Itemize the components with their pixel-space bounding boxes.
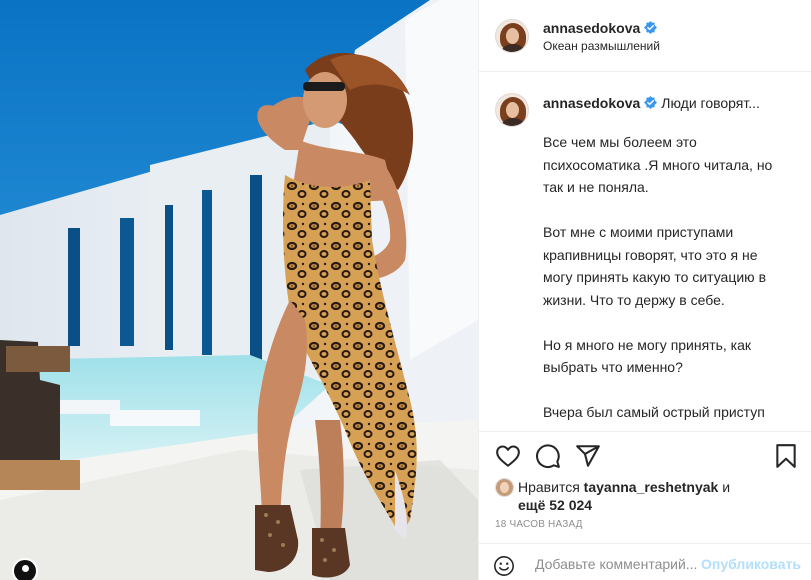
comment-input[interactable] (535, 552, 705, 576)
tagged-user-icon[interactable] (12, 558, 38, 580)
bookmark-icon[interactable] (773, 443, 799, 469)
liker-username[interactable]: tayanna_reshetnyak (584, 479, 719, 495)
caption-paragraph: Вчера был самый острый приступ крапивниц… (543, 404, 765, 430)
post-header: annasedokova Океан размышлений (479, 0, 811, 72)
caption-header: annasedokova Люди говорят... (543, 95, 760, 111)
paper-plane-icon[interactable] (575, 443, 601, 469)
caption-avatar[interactable] (495, 93, 529, 127)
liker-avatar[interactable] (495, 478, 514, 497)
smiley-icon[interactable] (493, 555, 515, 577)
caption-paragraph: Но я много не могу принять, как выбрать … (543, 336, 752, 376)
post-location[interactable]: Океан размышлений (543, 39, 660, 53)
likes-and: и (722, 479, 731, 495)
likes-prefix: Нравится (518, 479, 580, 495)
post-side-panel: annasedokova Океан размышлений annasedok… (478, 0, 811, 580)
post-timestamp[interactable]: 18 ЧАСОВ НАЗАД (495, 519, 583, 530)
post-photo-image (0, 0, 478, 580)
likes-line-1: Нравится tayanna_reshetnyak и (518, 477, 730, 497)
publish-button[interactable]: Опубликовать (701, 556, 801, 572)
verified-badge-icon (644, 21, 658, 34)
caption-text: Все чем мы болеем это психосоматика .Я м… (543, 131, 779, 430)
caption-first-line: Люди говорят... (661, 95, 760, 111)
caption-username[interactable]: annasedokova (543, 95, 640, 111)
author-username-text[interactable]: annasedokova (543, 20, 640, 36)
comment-bubble-icon[interactable] (535, 443, 561, 469)
caption-paragraph: Вот мне с моими приступами крапивницы го… (543, 224, 767, 308)
author-username[interactable]: annasedokova (543, 20, 658, 36)
action-bar (479, 431, 811, 477)
avatar[interactable] (495, 19, 529, 53)
comment-box: Опубликовать (479, 543, 811, 580)
post-photo[interactable] (0, 0, 478, 580)
heart-icon[interactable] (495, 443, 521, 469)
likes-count[interactable]: ещё 52 024 (518, 497, 592, 513)
post-caption: annasedokova Люди говорят... Все чем мы б… (479, 73, 811, 430)
likes-line-2[interactable]: ещё 52 024 (518, 495, 592, 515)
verified-badge-icon (644, 96, 658, 109)
caption-paragraph: Все чем мы болеем это психосоматика .Я м… (543, 134, 773, 195)
